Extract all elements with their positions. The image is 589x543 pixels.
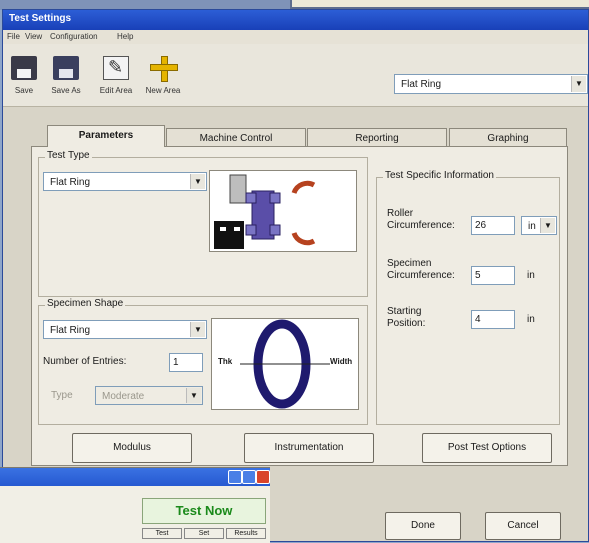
new-area-button[interactable]: New Area — [139, 48, 187, 102]
specimen-diagram-image: Thk Width — [211, 318, 359, 410]
specimen-circumference-field[interactable]: 5 — [471, 266, 515, 285]
test-type-value: Flat Ring — [50, 177, 91, 188]
start-unit-label: in — [527, 314, 535, 325]
chevron-down-icon[interactable]: ▼ — [571, 76, 586, 92]
instrumentation-button[interactable]: Instrumentation — [244, 433, 374, 463]
parameters-panel: Test Type Flat Ring ▼ Specimen Shape Fla… — [31, 146, 568, 466]
type-dropdown: Moderate ▼ — [95, 386, 203, 405]
window-title: Test Settings — [9, 13, 72, 24]
type-value: Moderate — [102, 391, 145, 402]
tab-graphing[interactable]: Graphing — [449, 128, 567, 147]
test-selector-value: Flat Ring — [401, 79, 442, 90]
title-bar[interactable]: Test Settings — [3, 10, 588, 30]
modulus-button[interactable]: Modulus — [72, 433, 192, 463]
number-of-entries-field[interactable]: 1 — [169, 353, 203, 372]
edit-area-button[interactable]: Edit Area — [93, 48, 139, 102]
specimen-unit-label: in — [527, 270, 535, 281]
specimen-circumference-label: Specimen Circumference: — [387, 258, 455, 281]
specimen-shape-title: Specimen Shape — [45, 298, 126, 309]
close-icon[interactable] — [256, 470, 270, 484]
menu-bar: File View Configuration Help — [3, 30, 588, 44]
test-selector-dropdown[interactable]: Flat Ring ▼ — [394, 74, 588, 94]
test-fixture-image — [209, 170, 357, 252]
floppy-disk-icon — [11, 56, 37, 80]
specimen-shape-dropdown[interactable]: Flat Ring ▼ — [43, 320, 207, 339]
chevron-down-icon[interactable]: ▼ — [190, 322, 205, 337]
chevron-down-icon: ▼ — [186, 388, 201, 403]
save-button[interactable]: Save — [7, 48, 41, 102]
starting-position-label: Starting Position: — [387, 306, 426, 329]
save-label: Save — [14, 86, 34, 95]
test-type-group: Test Type Flat Ring ▼ — [38, 150, 368, 297]
roller-circumference-field[interactable]: 26 — [471, 216, 515, 235]
test-now-button[interactable]: Test Now — [142, 498, 266, 524]
cancel-button[interactable]: Cancel — [485, 512, 561, 540]
results-small-button[interactable]: Results — [226, 528, 266, 539]
toolbar: Save Save As Edit Area New Area Flat Rin… — [3, 44, 588, 107]
specimen-shape-value: Flat Ring — [50, 325, 91, 336]
starting-position-field[interactable]: 4 — [471, 310, 515, 329]
tab-reporting[interactable]: Reporting — [307, 128, 447, 147]
chevron-down-icon[interactable]: ▼ — [540, 218, 555, 233]
new-area-plus-icon — [150, 56, 178, 82]
maximize-icon[interactable] — [242, 470, 256, 484]
post-test-options-button[interactable]: Post Test Options — [422, 433, 552, 463]
test-runner-title-bar[interactable] — [0, 468, 270, 486]
save-as-button[interactable]: Save As — [43, 48, 89, 102]
thickness-label: Thk — [218, 357, 233, 366]
roller-unit-value: in — [528, 221, 536, 232]
edit-area-icon — [103, 56, 129, 80]
menu-configuration[interactable]: Configuration — [50, 32, 98, 41]
floppy-disks-icon — [53, 56, 79, 80]
new-area-label: New Area — [145, 86, 181, 95]
type-label: Type — [51, 390, 73, 401]
chevron-down-icon[interactable]: ▼ — [190, 174, 205, 189]
menu-file[interactable]: File — [7, 32, 20, 41]
test-runner-window: Test Now Test Set Results — [0, 467, 270, 543]
minimize-icon[interactable] — [228, 470, 242, 484]
roller-circumference-label: Roller Circumference: — [387, 208, 455, 231]
done-button[interactable]: Done — [385, 512, 461, 540]
test-specific-info-title: Test Specific Information — [383, 170, 496, 181]
number-of-entries-label: Number of Entries: — [43, 356, 127, 367]
edit-area-label: Edit Area — [99, 86, 133, 95]
test-small-button[interactable]: Test — [142, 528, 182, 539]
tab-machine-control[interactable]: Machine Control — [166, 128, 306, 147]
menu-help[interactable]: Help — [117, 32, 133, 41]
roller-unit-dropdown[interactable]: in ▼ — [521, 216, 557, 235]
tab-parameters[interactable]: Parameters — [47, 125, 165, 147]
specimen-shape-group: Specimen Shape Flat Ring ▼ Number of Ent… — [38, 298, 368, 425]
width-label: Width — [330, 357, 353, 366]
test-type-title: Test Type — [45, 150, 92, 161]
test-specific-info-group: Test Specific Information Roller Circumf… — [376, 170, 560, 425]
set-small-button[interactable]: Set — [184, 528, 224, 539]
save-as-label: Save As — [51, 86, 81, 95]
background-window — [290, 0, 589, 9]
test-settings-dialog: Test Settings File View Configuration He… — [2, 9, 589, 542]
test-type-dropdown[interactable]: Flat Ring ▼ — [43, 172, 207, 191]
menu-view[interactable]: View — [25, 32, 42, 41]
